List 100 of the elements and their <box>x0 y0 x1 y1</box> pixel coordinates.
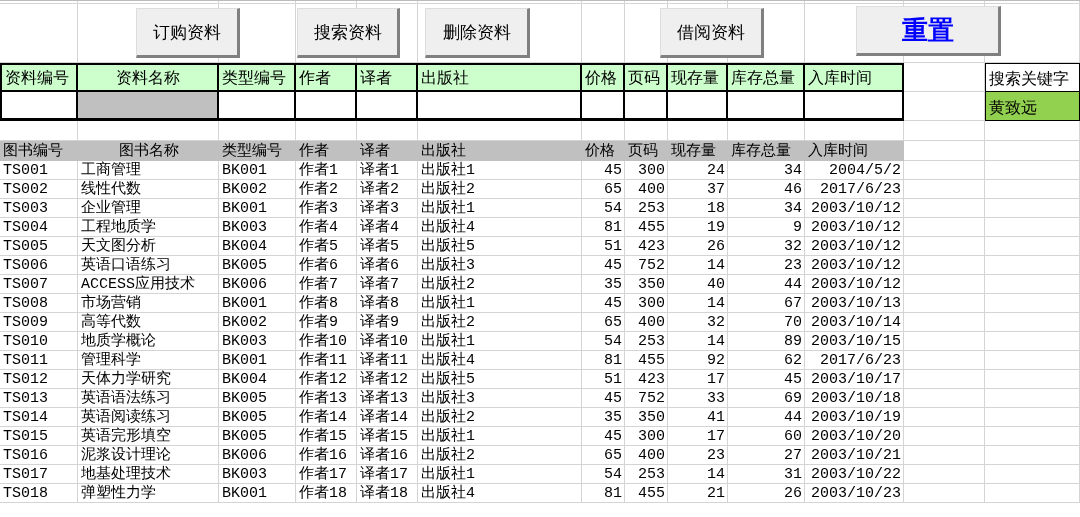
table-cell-text: 译者16 <box>359 446 409 465</box>
table-cell-text: 作者11 <box>298 351 348 370</box>
form-header-cell: 作者 <box>296 63 357 92</box>
table-cell-text: 作者18 <box>298 484 348 503</box>
table-cell-text: 350 <box>637 408 666 427</box>
table-cell-text: 出版社4 <box>420 351 476 370</box>
column-header: 图书名称 <box>78 141 219 161</box>
table-cell-text: 300 <box>637 294 666 313</box>
table-cell-text: BK006 <box>221 275 268 294</box>
table-cell-text: 423 <box>637 237 666 256</box>
table-cell-text: 出版社2 <box>420 446 476 465</box>
input-field[interactable] <box>582 92 625 121</box>
table-cell-text: 2003/10/12 <box>810 256 902 275</box>
action-button[interactable]: 借阅资料 <box>660 8 764 58</box>
table-cell-text: 译者9 <box>359 313 400 332</box>
table-cell-text: 14 <box>706 332 726 351</box>
reset-button[interactable]: 重置 <box>856 6 1001 56</box>
input-field[interactable] <box>625 92 668 121</box>
table-cell-text: 54 <box>603 199 623 218</box>
table-cell-text: 高等代数 <box>80 313 142 332</box>
table-cell-text: 400 <box>637 446 666 465</box>
table-cell-text: 管理科学 <box>80 351 142 370</box>
table-cell-text: 34 <box>783 199 803 218</box>
table-cell-text: 31 <box>783 465 803 484</box>
action-button[interactable]: 订购资料 <box>136 8 240 58</box>
table-cell-text: 作者2 <box>298 180 339 199</box>
table-cell-text: 35 <box>603 275 623 294</box>
table-cell-text: 27 <box>783 446 803 465</box>
table-cell-text: BK004 <box>221 370 268 389</box>
table-cell-text: 作者4 <box>298 218 339 237</box>
form-header-cell: 现存量 <box>668 63 728 92</box>
input-field[interactable] <box>78 92 219 121</box>
table-cell-text: BK003 <box>221 218 268 237</box>
table-cell-text: 英语语法练习 <box>80 389 172 408</box>
table-cell-text: 19 <box>706 218 726 237</box>
table-cell-text: 2003/10/15 <box>810 332 902 351</box>
table-cell-text: TS006 <box>2 256 49 275</box>
table-cell-text: 2003/10/22 <box>810 465 902 484</box>
table-cell-text: 35 <box>603 408 623 427</box>
column-header: 入库时间 <box>805 141 904 161</box>
table-cell-text: 译者6 <box>359 256 400 275</box>
table-cell-text: 752 <box>637 256 666 275</box>
table-cell-text: 出版社1 <box>420 465 476 484</box>
table-cell-text: 2003/10/12 <box>810 237 902 256</box>
table-cell-text: TS005 <box>2 237 49 256</box>
table-cell-text: 作者7 <box>298 275 339 294</box>
input-field[interactable] <box>296 92 357 121</box>
action-button[interactable]: 搜索资料 <box>297 8 400 58</box>
form-header-cell: 页码 <box>625 63 668 92</box>
table-cell-text: TS008 <box>2 294 49 313</box>
table-cell-text: TS012 <box>2 370 49 389</box>
input-field[interactable] <box>728 92 805 121</box>
table-cell-text: 2003/10/23 <box>810 484 902 503</box>
table-cell-text: 45 <box>603 427 623 446</box>
table-cell-text: 作者1 <box>298 161 339 180</box>
table-cell-text: TS014 <box>2 408 49 427</box>
table-cell-text: 2003/10/13 <box>810 294 902 313</box>
table-cell-text: 译者5 <box>359 237 400 256</box>
table-cell-text: 17 <box>706 427 726 446</box>
table-cell-text: 752 <box>637 389 666 408</box>
table-cell-text: 44 <box>783 275 803 294</box>
table-cell-text: 出版社2 <box>420 313 476 332</box>
table-cell-text: 300 <box>637 427 666 446</box>
table-cell-text: 出版社2 <box>420 275 476 294</box>
input-field[interactable] <box>219 92 296 121</box>
table-cell-text: 2003/10/20 <box>810 427 902 446</box>
table-cell-text: 作者15 <box>298 427 348 446</box>
table-cell-text: 26 <box>706 237 726 256</box>
input-field[interactable] <box>357 92 418 121</box>
column-header: 类型编号 <box>219 141 296 161</box>
table-cell-text: 英语阅读练习 <box>80 408 172 427</box>
input-field[interactable] <box>418 92 582 121</box>
table-cell-text: 译者4 <box>359 218 400 237</box>
table-cell-text: 弹塑性力学 <box>80 484 157 503</box>
table-cell-text: 译者8 <box>359 294 400 313</box>
form-header-cell: 译者 <box>357 63 418 92</box>
action-button[interactable]: 删除资料 <box>425 8 530 58</box>
table-cell-text: TS011 <box>2 351 49 370</box>
input-field[interactable] <box>805 92 904 121</box>
column-header: 价格 <box>582 141 625 161</box>
table-cell-text: TS001 <box>2 161 49 180</box>
table-cell-text: 出版社2 <box>420 408 476 427</box>
table-cell-text: 89 <box>783 332 803 351</box>
table-cell-text: BK001 <box>221 161 268 180</box>
table-cell-text: 出版社1 <box>420 427 476 446</box>
table-cell-text: 地基处理技术 <box>80 465 172 484</box>
input-field[interactable] <box>668 92 728 121</box>
table-cell-text: 出版社3 <box>420 389 476 408</box>
table-cell-text: TS016 <box>2 446 49 465</box>
table-cell-text: 400 <box>637 180 666 199</box>
table-cell-text: 地质学概论 <box>80 332 157 351</box>
column-header: 出版社 <box>418 141 582 161</box>
column-header: 页码 <box>625 141 668 161</box>
table-cell-text: 46 <box>783 180 803 199</box>
table-cell-text: 工程地质学 <box>80 218 157 237</box>
form-header-cell: 入库时间 <box>805 63 904 92</box>
table-cell-text: 出版社4 <box>420 484 476 503</box>
table-cell-text: 作者9 <box>298 313 339 332</box>
table-cell-text: BK001 <box>221 484 268 503</box>
search-field[interactable]: 黄致远 <box>985 92 1080 121</box>
